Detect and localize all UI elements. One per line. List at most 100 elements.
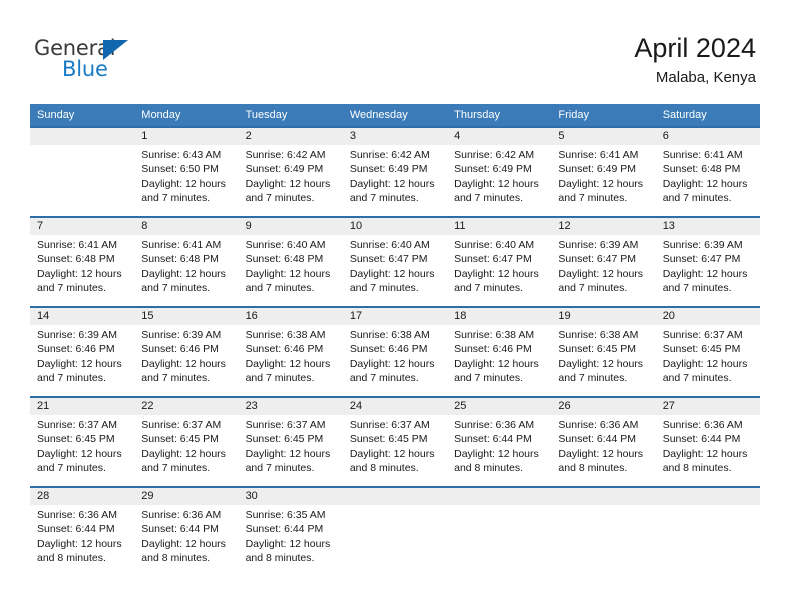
day-details: Sunrise: 6:35 AM Sunset: 6:44 PM Daylight:… (239, 505, 343, 566)
sunset-text: Sunset: 6:49 PM (558, 163, 637, 176)
calendar-day-cell[interactable]: 23 Sunrise: 6:37 AM Sunset: 6:45 PM Dayligh… (238, 396, 343, 487)
daylight-text-line1: Daylight: 12 hours (141, 267, 226, 280)
calendar-day-cell[interactable] (655, 486, 760, 577)
daylight-text-line1: Daylight: 12 hours (454, 177, 539, 190)
sunset-text: Sunset: 6:44 PM (662, 433, 741, 446)
calendar-day-cell[interactable]: 22 Sunrise: 6:37 AM Sunset: 6:45 PM Dayligh… (134, 396, 239, 487)
weekday-header-saturday: Saturday (655, 104, 760, 127)
daylight-text-line2: and 7 minutes. (558, 192, 628, 205)
calendar-day-cell[interactable]: 7 Sunrise: 6:41 AM Sunset: 6:48 PM Daylight… (30, 216, 135, 307)
calendar-day-cell[interactable]: 10 Sunrise: 6:40 AM Sunset: 6:47 PM Dayligh… (342, 216, 448, 307)
day-number: 12 (551, 218, 656, 235)
sunset-text: Sunset: 6:46 PM (454, 343, 532, 356)
daylight-text-line2: and 7 minutes. (454, 282, 524, 295)
day-cell-content: 23 Sunrise: 6:37 AM Sunset: 6:45 PM Dayligh… (238, 398, 343, 486)
daylight-text-line2: and 7 minutes. (662, 192, 732, 205)
daylight-text-line1: Daylight: 12 hours (454, 447, 539, 460)
calendar-day-cell[interactable]: 2 Sunrise: 6:42 AM Sunset: 6:49 PM Daylight… (238, 126, 343, 217)
daylight-text-line2: and 7 minutes. (37, 282, 106, 295)
calendar-day-cell[interactable]: 11 Sunrise: 6:40 AM Sunset: 6:47 PM Dayligh… (447, 216, 552, 307)
day-number: 3 (342, 128, 448, 145)
sunrise-text: Sunrise: 6:38 AM (245, 329, 326, 341)
calendar-day-cell[interactable]: 3 Sunrise: 6:42 AM Sunset: 6:49 PM Daylight… (342, 126, 448, 217)
daylight-text-line1: Daylight: 12 hours (558, 267, 644, 280)
daylight-text-line1: Daylight: 12 hours (454, 267, 539, 280)
day-number: 23 (238, 398, 343, 415)
day-number: 10 (342, 218, 448, 235)
calendar-day-cell[interactable]: 16 Sunrise: 6:38 AM Sunset: 6:46 PM Dayligh… (238, 306, 343, 397)
weekday-header-tuesday: Tuesday (238, 104, 343, 127)
calendar-day-cell[interactable]: 14 Sunrise: 6:39 AM Sunset: 6:46 PM Dayligh… (30, 306, 135, 397)
day-number (447, 488, 552, 505)
calendar-page: General Blue April 2024 Malaba, Kenya Su… (0, 0, 792, 612)
calendar-day-cell[interactable]: 1 Sunrise: 6:43 AM Sunset: 6:50 PM Daylight… (134, 126, 239, 217)
day-details: Sunrise: 6:38 AM Sunset: 6:46 PM Daylight:… (343, 325, 447, 386)
day-cell-content: 20 Sunrise: 6:37 AM Sunset: 6:45 PM Dayligh… (655, 308, 760, 396)
day-cell-content: 17 Sunrise: 6:38 AM Sunset: 6:46 PM Dayligh… (342, 308, 448, 396)
calendar-day-cell[interactable]: 25 Sunrise: 6:36 AM Sunset: 6:44 PM Dayligh… (447, 396, 552, 487)
calendar-day-cell[interactable]: 28 Sunrise: 6:36 AM Sunset: 6:44 PM Dayligh… (30, 486, 135, 577)
calendar-day-cell[interactable] (342, 486, 448, 577)
calendar-day-cell[interactable]: 13 Sunrise: 6:39 AM Sunset: 6:47 PM Dayligh… (655, 216, 760, 307)
calendar-day-cell[interactable] (551, 486, 656, 577)
day-cell-content: 11 Sunrise: 6:40 AM Sunset: 6:47 PM Dayligh… (447, 218, 552, 306)
sunset-text: Sunset: 6:45 PM (245, 433, 324, 446)
calendar-day-cell[interactable]: 4 Sunrise: 6:42 AM Sunset: 6:49 PM Daylight… (447, 126, 552, 217)
day-details: Sunrise: 6:36 AM Sunset: 6:44 PM Daylight:… (656, 415, 760, 476)
day-details: Sunrise: 6:41 AM Sunset: 6:48 PM Daylight:… (30, 235, 134, 296)
day-number: 25 (447, 398, 552, 415)
sunrise-text: Sunrise: 6:39 AM (662, 239, 743, 251)
day-cell-content (30, 128, 135, 216)
day-number: 7 (30, 218, 135, 235)
calendar-day-cell[interactable]: 12 Sunrise: 6:39 AM Sunset: 6:47 PM Dayligh… (551, 216, 656, 307)
day-details: Sunrise: 6:36 AM Sunset: 6:44 PM Daylight:… (551, 415, 655, 476)
day-number (30, 128, 135, 145)
calendar-day-cell[interactable] (30, 126, 135, 217)
day-cell-content: 7 Sunrise: 6:41 AM Sunset: 6:48 PM Daylight… (30, 218, 135, 306)
daylight-text-line2: and 7 minutes. (37, 372, 106, 385)
daylight-text-line1: Daylight: 12 hours (662, 177, 748, 190)
day-number: 17 (342, 308, 448, 325)
sunrise-text: Sunrise: 6:41 AM (662, 149, 743, 161)
calendar-day-cell[interactable]: 21 Sunrise: 6:37 AM Sunset: 6:45 PM Dayligh… (30, 396, 135, 487)
calendar-day-cell[interactable] (447, 486, 552, 577)
day-cell-content: 2 Sunrise: 6:42 AM Sunset: 6:49 PM Daylight… (238, 128, 343, 216)
day-cell-content: 18 Sunrise: 6:38 AM Sunset: 6:46 PM Dayligh… (447, 308, 552, 396)
daylight-text-line2: and 7 minutes. (245, 282, 315, 295)
sunset-text: Sunset: 6:46 PM (141, 343, 219, 356)
weekday-header-sunday: Sunday (30, 104, 135, 127)
daylight-text-line1: Daylight: 12 hours (454, 357, 539, 370)
day-details: Sunrise: 6:40 AM Sunset: 6:48 PM Daylight:… (239, 235, 343, 296)
calendar-day-cell[interactable]: 30 Sunrise: 6:35 AM Sunset: 6:44 PM Dayligh… (238, 486, 343, 577)
day-number: 13 (655, 218, 760, 235)
calendar-day-cell[interactable]: 5 Sunrise: 6:41 AM Sunset: 6:49 PM Daylight… (551, 126, 656, 217)
calendar-day-cell[interactable]: 29 Sunrise: 6:36 AM Sunset: 6:44 PM Dayligh… (134, 486, 239, 577)
day-details: Sunrise: 6:41 AM Sunset: 6:49 PM Daylight:… (551, 145, 655, 206)
day-cell-content: 16 Sunrise: 6:38 AM Sunset: 6:46 PM Dayligh… (238, 308, 343, 396)
day-details: Sunrise: 6:39 AM Sunset: 6:47 PM Daylight:… (656, 235, 760, 296)
day-details: Sunrise: 6:43 AM Sunset: 6:50 PM Daylight:… (134, 145, 238, 206)
sunset-text: Sunset: 6:44 PM (37, 523, 115, 536)
calendar-day-cell[interactable]: 19 Sunrise: 6:38 AM Sunset: 6:45 PM Dayligh… (551, 306, 656, 397)
sunset-text: Sunset: 6:47 PM (349, 253, 428, 266)
calendar-day-cell[interactable]: 24 Sunrise: 6:37 AM Sunset: 6:45 PM Dayligh… (342, 396, 448, 487)
calendar-day-cell[interactable]: 20 Sunrise: 6:37 AM Sunset: 6:45 PM Dayligh… (655, 306, 760, 397)
calendar-day-cell[interactable]: 26 Sunrise: 6:36 AM Sunset: 6:44 PM Dayligh… (551, 396, 656, 487)
sunset-text: Sunset: 6:45 PM (662, 343, 741, 356)
daylight-text-line2: and 7 minutes. (141, 192, 211, 205)
calendar-day-cell[interactable]: 15 Sunrise: 6:39 AM Sunset: 6:46 PM Dayligh… (134, 306, 239, 397)
day-details: Sunrise: 6:40 AM Sunset: 6:47 PM Daylight:… (447, 235, 551, 296)
calendar-day-cell[interactable]: 17 Sunrise: 6:38 AM Sunset: 6:46 PM Dayligh… (342, 306, 448, 397)
general-blue-logo[interactable]: General Blue (34, 36, 174, 82)
calendar-day-cell[interactable]: 18 Sunrise: 6:38 AM Sunset: 6:46 PM Dayligh… (447, 306, 552, 397)
calendar-day-cell[interactable]: 9 Sunrise: 6:40 AM Sunset: 6:48 PM Daylight… (238, 216, 343, 307)
calendar-day-cell[interactable]: 27 Sunrise: 6:36 AM Sunset: 6:44 PM Dayligh… (655, 396, 760, 487)
day-details: Sunrise: 6:40 AM Sunset: 6:47 PM Daylight:… (343, 235, 447, 296)
day-details: Sunrise: 6:39 AM Sunset: 6:46 PM Daylight:… (30, 325, 134, 386)
day-details: Sunrise: 6:37 AM Sunset: 6:45 PM Daylight:… (343, 415, 447, 476)
sunset-text: Sunset: 6:44 PM (141, 523, 219, 536)
calendar-day-cell[interactable]: 6 Sunrise: 6:41 AM Sunset: 6:48 PM Daylight… (655, 126, 760, 217)
day-cell-content (551, 488, 656, 577)
day-details: Sunrise: 6:37 AM Sunset: 6:45 PM Daylight:… (656, 325, 760, 386)
calendar-day-cell[interactable]: 8 Sunrise: 6:41 AM Sunset: 6:48 PM Daylight… (134, 216, 239, 307)
